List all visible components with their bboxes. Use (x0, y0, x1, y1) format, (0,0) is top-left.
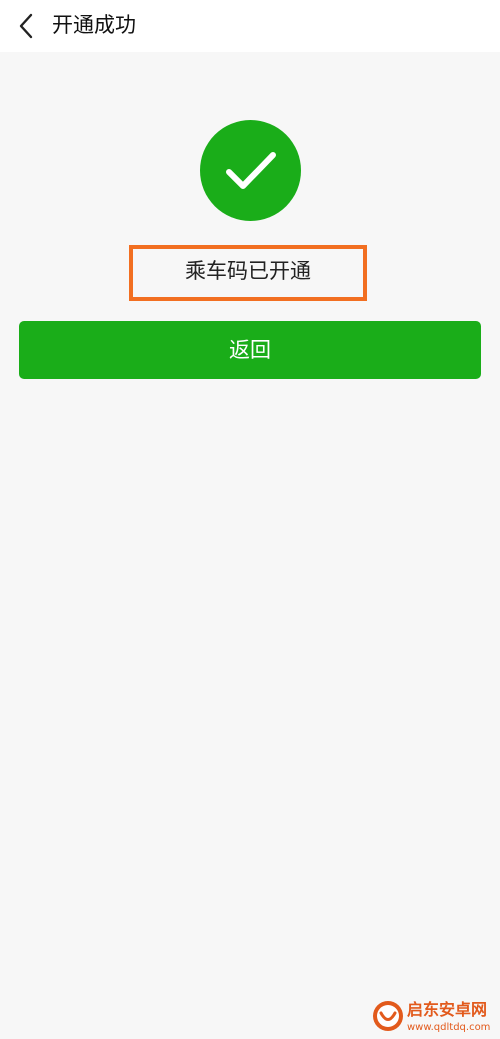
page-title: 开通成功 (52, 13, 136, 37)
back-button[interactable] (10, 8, 42, 44)
watermark-name: 启东安卓网 (407, 1000, 488, 1019)
watermark: 启东安卓网 www.qdltdq.com (370, 998, 500, 1039)
top-bar: 开通成功 (0, 0, 500, 52)
watermark-logo-icon (373, 1001, 403, 1031)
watermark-url: www.qdltdq.com (407, 1022, 491, 1033)
success-check-icon (200, 120, 301, 221)
success-message: 乘车码已开通 (185, 259, 311, 283)
return-button[interactable]: 返回 (19, 321, 481, 379)
chevron-left-icon (19, 13, 33, 39)
